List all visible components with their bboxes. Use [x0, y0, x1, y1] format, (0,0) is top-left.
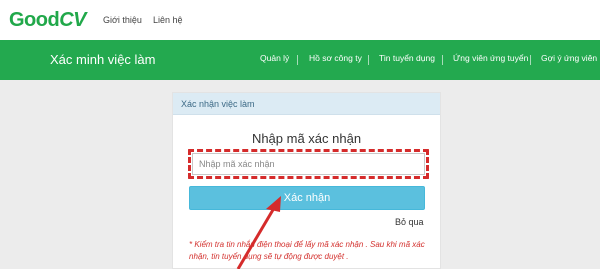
- contact-link[interactable]: Liên hệ: [153, 15, 183, 25]
- verification-card: Xác nhận việc làm Nhập mã xác nhận Xác n…: [172, 92, 441, 269]
- skip-link[interactable]: Bỏ qua: [395, 217, 424, 227]
- nav-item-job-posts[interactable]: Tin tuyển dụng: [379, 53, 435, 63]
- nav-divider: [530, 55, 531, 65]
- main-navbar: Xác minh việc làm Quản lý Hồ sơ công ty …: [0, 40, 600, 80]
- logo-text-cv: CV: [59, 8, 87, 31]
- card-header-title: Xác nhận việc làm: [181, 99, 255, 109]
- nav-item-applicants[interactable]: Ứng viên ứng tuyển: [453, 53, 528, 63]
- instruction-note: * Kiểm tra tin nhắn điện thoại để lấy mã…: [189, 240, 425, 261]
- confirm-button[interactable]: Xác nhận: [189, 186, 425, 210]
- card-header: Xác nhận việc làm: [173, 93, 440, 115]
- nav-divider: [297, 55, 298, 65]
- logo-text-good: Good: [9, 8, 60, 31]
- nav-divider: [442, 55, 443, 65]
- nav-item-manage[interactable]: Quản lý: [260, 53, 289, 63]
- nav-item-company-profile[interactable]: Hồ sơ công ty: [309, 53, 362, 63]
- verification-code-input[interactable]: [192, 153, 425, 175]
- top-header: Good CV Giới thiệu Liên hệ: [0, 0, 600, 40]
- goodcv-logo[interactable]: Good CV: [9, 8, 87, 32]
- about-link[interactable]: Giới thiệu: [103, 15, 142, 25]
- nav-item-suggested-candidates[interactable]: Gợi ý ứng viên: [541, 53, 597, 63]
- nav-divider: [368, 55, 369, 65]
- nav-menu: Quản lý Hồ sơ công ty Tin tuyển dụng Ứng…: [0, 53, 600, 67]
- card-title: Nhập mã xác nhận: [251, 131, 362, 146]
